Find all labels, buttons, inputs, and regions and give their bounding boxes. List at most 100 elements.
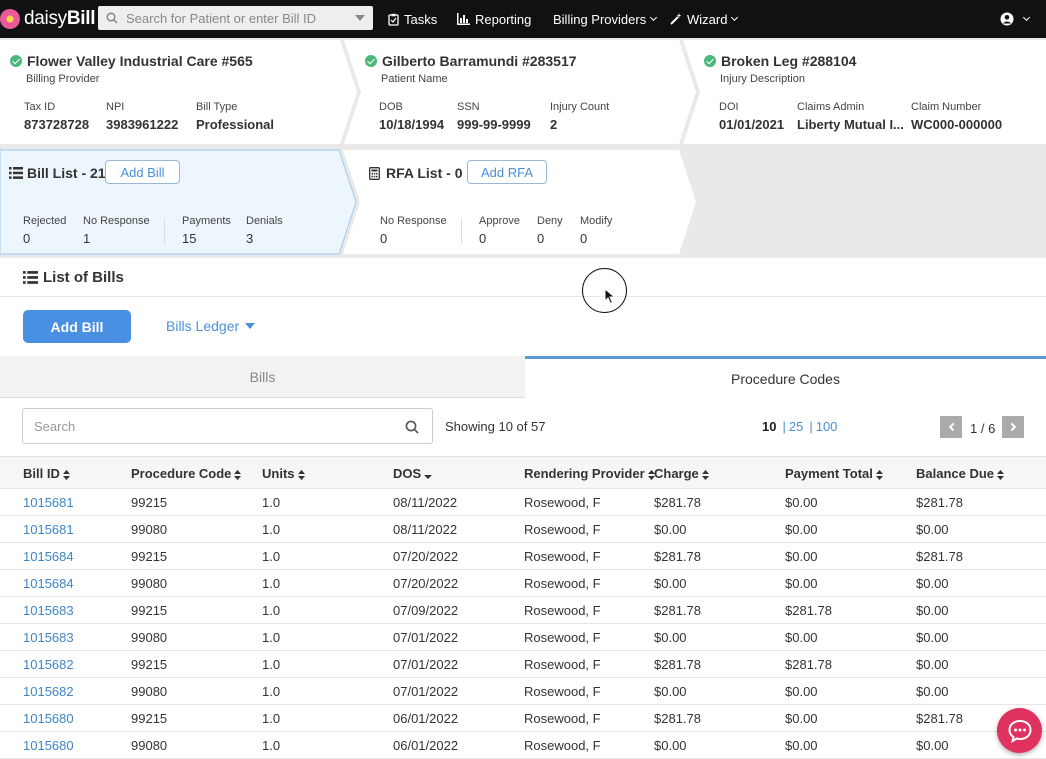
rejected-value[interactable]: 0 — [23, 231, 30, 246]
payment-total-cell: $0.00 — [785, 576, 818, 591]
billing-provider-subtitle: Billing Provider — [26, 73, 100, 85]
col-charge[interactable]: Charge — [654, 466, 709, 481]
section-header: List of Bills — [0, 258, 1046, 297]
bills-ledger-dropdown[interactable]: Bills Ledger — [166, 318, 256, 334]
showing-count: Showing 10 of 57 — [445, 419, 546, 434]
units-cell: 1.0 — [262, 522, 281, 537]
table-row[interactable]: 1015680 99215 1.0 06/01/2022 Rosewood, F $281… — [0, 705, 1046, 732]
charge-cell: $0.00 — [654, 576, 687, 591]
user-menu[interactable] — [1000, 0, 1031, 38]
caret-down-icon — [245, 323, 256, 329]
table-row[interactable]: 1015683 99215 1.0 07/09/2022 Rosewood, F $281… — [0, 597, 1046, 624]
dob-value: 10/18/1994 — [379, 117, 445, 132]
claims-admin-value: Liberty Mutual I... — [797, 117, 904, 132]
rfa-list-title[interactable]: RFA List - 0 — [369, 165, 463, 181]
add-bill-button[interactable]: Add Bill — [23, 310, 131, 343]
search-dropdown-icon[interactable] — [355, 15, 365, 21]
col-dos[interactable]: DOS — [393, 466, 433, 481]
stats-divider — [164, 218, 165, 244]
tab-bills[interactable]: Bills — [0, 356, 525, 398]
page-size-10[interactable]: 10 — [762, 419, 776, 434]
page-size-separator: | — [782, 419, 786, 434]
col-bill-id[interactable]: Bill ID — [23, 466, 70, 481]
charge-cell: $0.00 — [654, 738, 687, 753]
col-rendering-provider[interactable]: Rendering Provider — [524, 466, 655, 481]
procedure-code-cell: 99080 — [131, 576, 168, 591]
col-payment-total[interactable]: Payment Total — [785, 466, 883, 481]
top-nav: daisyBill Search for Patient or enter Bi… — [0, 0, 1046, 38]
dos-cell: 08/11/2022 — [393, 522, 458, 537]
deny-value[interactable]: 0 — [537, 231, 544, 246]
dos-cell: 07/01/2022 — [393, 630, 459, 645]
bill-id-cell[interactable]: 1015682 — [23, 657, 74, 672]
payments-value[interactable]: 15 — [182, 231, 196, 246]
bill-id-cell[interactable]: 1015683 — [23, 603, 74, 618]
dos-cell: 07/01/2022 — [393, 657, 459, 672]
prev-page-button[interactable] — [940, 416, 962, 438]
modify-value[interactable]: 0 — [580, 231, 587, 246]
table-row[interactable]: 1015680 99080 1.0 06/01/2022 Rosewood, F $0.0… — [0, 732, 1046, 759]
bill-id-cell[interactable]: 1015680 — [23, 711, 74, 726]
nav-reporting[interactable]: Reporting — [457, 0, 531, 38]
search-icon[interactable] — [405, 420, 419, 434]
tax-id-label: Tax ID — [24, 101, 56, 113]
table-search-input[interactable]: Search — [22, 408, 433, 444]
injury-title[interactable]: Broken Leg #288104 — [704, 53, 856, 69]
bill-id-cell[interactable]: 1015682 — [23, 684, 74, 699]
chat-button[interactable] — [997, 708, 1042, 753]
denials-value[interactable]: 3 — [246, 231, 253, 246]
payment-total-cell: $0.00 — [785, 549, 818, 564]
bill-id-cell[interactable]: 1015684 — [23, 549, 74, 564]
injury-count-label: Injury Count — [550, 101, 610, 113]
rfa-no-response-label: No Response — [380, 215, 447, 227]
table-row[interactable]: 1015682 99080 1.0 07/01/2022 Rosewood, F $0.0… — [0, 678, 1046, 705]
table-row[interactable]: 1015683 99080 1.0 07/01/2022 Rosewood, F $0.0… — [0, 624, 1046, 651]
page-size-100[interactable]: 100 — [816, 419, 838, 434]
billing-provider-title[interactable]: Flower Valley Industrial Care #565 — [10, 53, 253, 69]
nav-billing-providers-label: Billing Providers — [553, 11, 647, 27]
procedure-code-cell: 99080 — [131, 630, 168, 645]
nav-billing-providers[interactable]: Billing Providers — [553, 0, 658, 38]
nav-tasks[interactable]: Tasks — [388, 0, 437, 38]
add-rfa-button[interactable]: Add RFA — [467, 160, 547, 184]
rfa-no-response-value[interactable]: 0 — [380, 231, 387, 246]
tab-procedure-codes[interactable]: Procedure Codes — [525, 356, 1046, 398]
page-size-25[interactable]: 25 — [789, 419, 803, 434]
logo[interactable]: daisyBill — [0, 0, 96, 38]
bills-ledger-label: Bills Ledger — [166, 318, 240, 334]
rendering-provider-cell: Rosewood, F — [524, 630, 601, 645]
patient-title[interactable]: Gilberto Barramundi #283517 — [365, 53, 577, 69]
table-row[interactable]: 1015681 99215 1.0 08/11/2022 Rosewood, F $281… — [0, 489, 1046, 516]
approve-value[interactable]: 0 — [479, 231, 486, 246]
procedure-code-cell: 99215 — [131, 711, 168, 726]
table-row[interactable]: 1015681 99080 1.0 08/11/2022 Rosewood, F $0.0… — [0, 516, 1046, 543]
payments-label: Payments — [182, 215, 231, 227]
table-row[interactable]: 1015684 99215 1.0 07/20/2022 Rosewood, F $281… — [0, 543, 1046, 570]
payment-total-cell: $0.00 — [785, 522, 818, 537]
bill-id-cell[interactable]: 1015680 — [23, 738, 74, 753]
approve-label: Approve — [479, 215, 520, 227]
col-balance-due[interactable]: Balance Due — [916, 466, 1005, 481]
balance-due-cell: $0.00 — [916, 603, 949, 618]
col-units[interactable]: Units — [262, 466, 305, 481]
page-size-selector: 10 | 25 | 100 — [762, 419, 837, 434]
logo-text-bold: Bill — [66, 8, 96, 29]
next-page-button[interactable] — [1002, 416, 1024, 438]
bill-id-cell[interactable]: 1015681 — [23, 495, 74, 510]
col-procedure-code[interactable]: Procedure Code — [131, 466, 242, 481]
patient-search-input[interactable]: Search for Patient or enter Bill ID — [98, 6, 373, 30]
bill-id-cell[interactable]: 1015683 — [23, 630, 74, 645]
table-row[interactable]: 1015682 99215 1.0 07/01/2022 Rosewood, F $281… — [0, 651, 1046, 678]
units-cell: 1.0 — [262, 495, 281, 510]
no-response-value[interactable]: 1 — [83, 231, 90, 246]
bill-id-cell[interactable]: 1015681 — [23, 522, 74, 537]
units-cell: 1.0 — [262, 576, 281, 591]
table-row[interactable]: 1015684 99080 1.0 07/20/2022 Rosewood, F $0.0… — [0, 570, 1046, 597]
nav-wizard[interactable]: Wizard — [670, 0, 739, 38]
units-cell: 1.0 — [262, 711, 281, 726]
balance-due-cell: $0.00 — [916, 684, 949, 699]
add-bill-card-button[interactable]: Add Bill — [105, 160, 180, 184]
bill-id-cell[interactable]: 1015684 — [23, 576, 74, 591]
bill-list-title[interactable]: Bill List - 21 — [9, 165, 106, 181]
section-title: List of Bills — [23, 269, 124, 286]
